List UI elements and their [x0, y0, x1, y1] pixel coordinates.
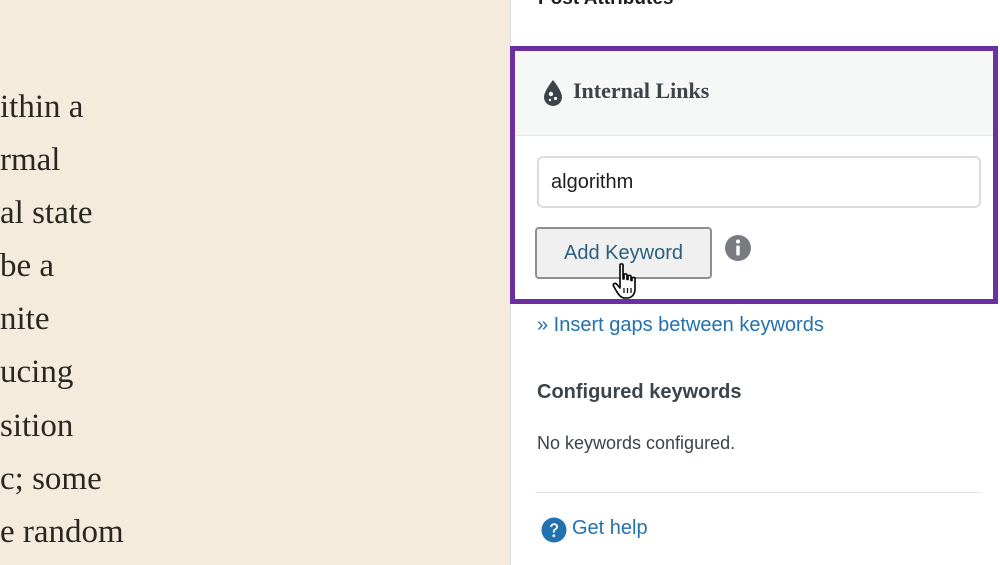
editor-text-line: be a — [0, 248, 55, 284]
screen: ithin a rmal al state be a nite ucing si… — [0, 0, 1000, 565]
editor-text-line: sition — [0, 408, 74, 444]
editor-text-line: al state — [0, 195, 93, 231]
editor-text-line: ithin a — [0, 89, 84, 125]
chevron-down-icon[interactable] — [954, 0, 974, 6]
editor-text-line: ucing — [0, 354, 74, 390]
internal-links-panel-header[interactable]: Internal Links — [515, 51, 993, 136]
internal-links-title: Internal Links — [573, 78, 710, 103]
insert-gaps-link[interactable]: » Insert gaps between keywords — [537, 314, 824, 337]
keyword-input[interactable] — [537, 156, 981, 208]
editor-canvas[interactable]: ithin a rmal al state be a nite ucing si… — [0, 0, 510, 565]
question-circle-icon[interactable] — [541, 517, 567, 543]
internal-links-panel: Internal Links Add Keyword — [510, 46, 998, 304]
post-attributes-panel-title[interactable]: Post Attributes — [538, 0, 673, 10]
configured-keywords-empty-text: No keywords configured. — [537, 433, 736, 453]
editor-text-line: rmal — [0, 142, 61, 178]
configured-keywords-heading: Configured keywords — [537, 381, 742, 403]
editor-text-line: nite — [0, 301, 50, 337]
editor-text-line: c; some — [0, 461, 102, 497]
hand-cursor-icon — [612, 263, 636, 299]
info-icon[interactable] — [724, 234, 752, 262]
drop-icon — [544, 80, 562, 106]
get-help-link[interactable]: Get help — [572, 517, 648, 540]
editor-text-line: e random — [0, 514, 124, 550]
section-divider — [535, 492, 980, 493]
